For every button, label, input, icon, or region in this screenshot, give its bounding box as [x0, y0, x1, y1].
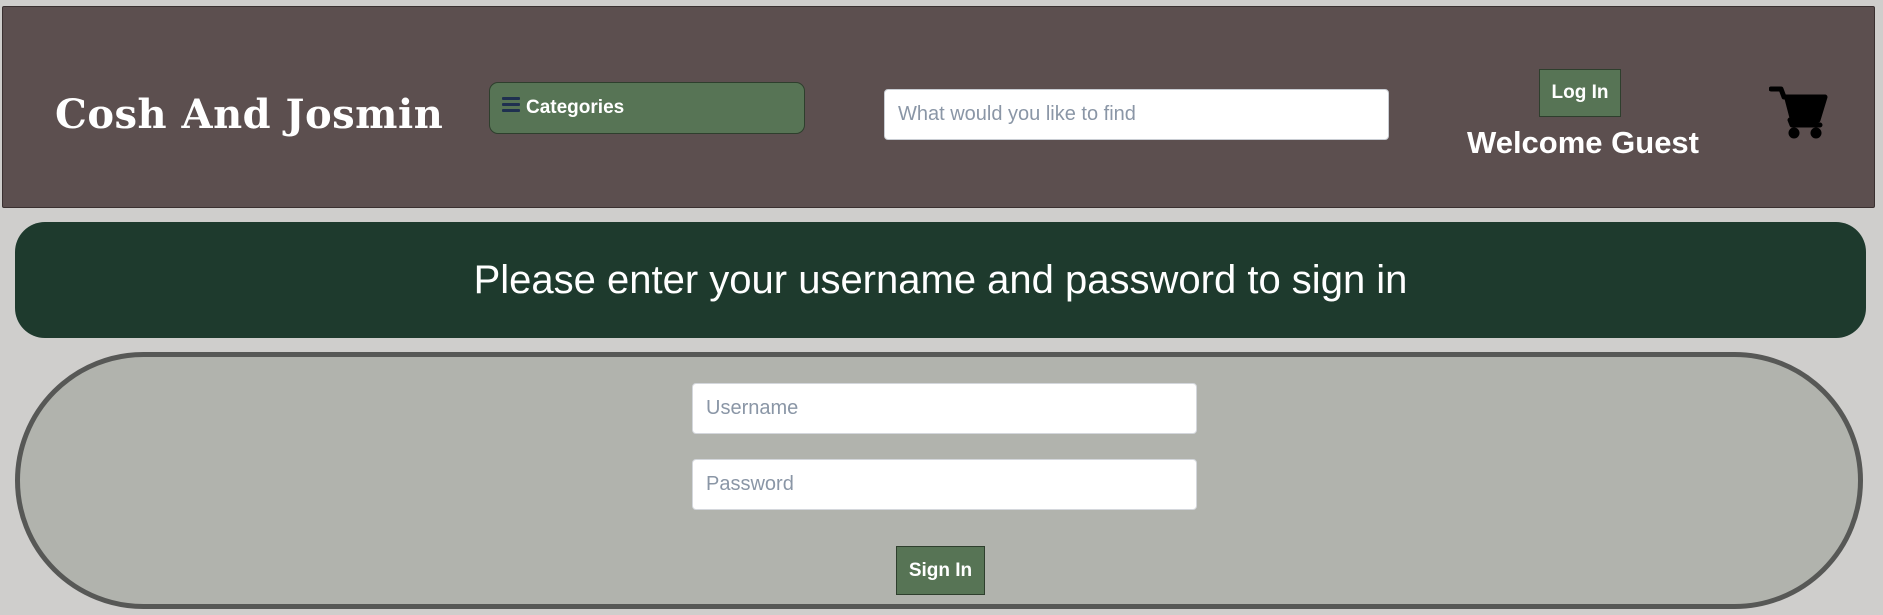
username-input[interactable] [692, 383, 1197, 434]
sign-in-button[interactable]: Sign In [896, 546, 985, 595]
login-form: Sign In [15, 352, 1863, 609]
sign-in-instructions: Please enter your username and password … [473, 257, 1408, 302]
brand-logo-text[interactable]: Cosh And Josmin [55, 91, 443, 138]
welcome-message: Welcome Guest [1467, 125, 1700, 160]
shopping-cart-icon[interactable] [1768, 85, 1829, 141]
categories-label: Categories [526, 97, 625, 118]
log-in-button[interactable]: Log In [1539, 69, 1621, 117]
site-header: Cosh And Josmin Categories Log In Welcom… [2, 6, 1875, 208]
search-input[interactable] [884, 89, 1389, 140]
hamburger-icon [502, 97, 520, 113]
categories-menu-button[interactable]: Categories [489, 82, 805, 134]
password-input[interactable] [692, 459, 1197, 510]
sign-in-banner: Please enter your username and password … [15, 222, 1866, 338]
